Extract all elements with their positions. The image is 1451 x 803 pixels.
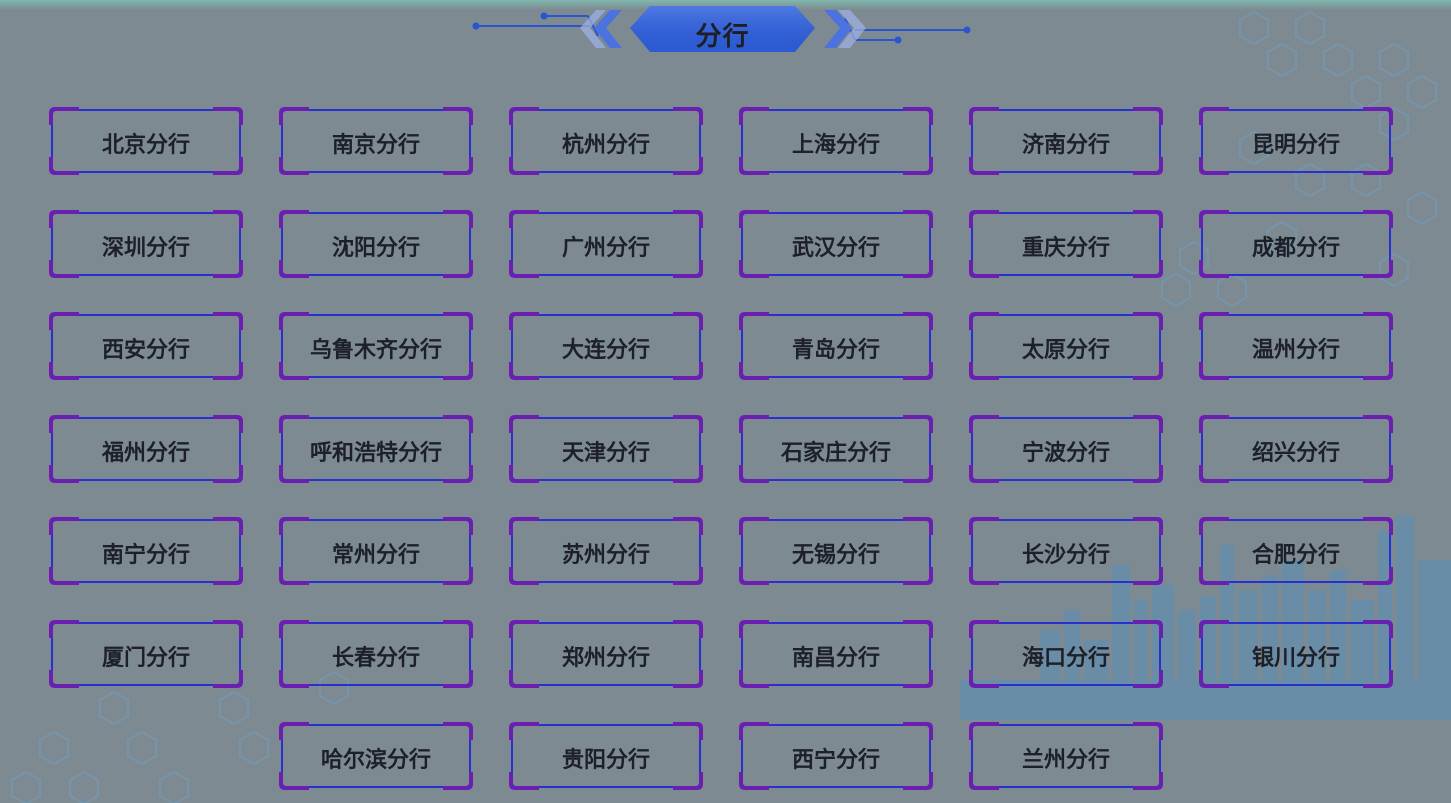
branch-button-label: 哈尔滨分行	[320, 748, 431, 773]
branch-button-label: 重庆分行	[1021, 235, 1110, 261]
branch-button[interactable]: 哈尔滨分行	[279, 722, 473, 790]
branch-button-label: 深圳分行	[101, 235, 190, 261]
branch-button-label: 乌鲁木齐分行	[309, 338, 442, 363]
branch-button-label: 杭州分行	[561, 133, 650, 158]
branch-button[interactable]: 深圳分行	[49, 209, 243, 278]
branch-button-label: 银川分行	[1251, 645, 1340, 671]
branch-button-label: 大连分行	[561, 338, 650, 363]
branch-button-label: 武汉分行	[791, 235, 880, 261]
branch-button-label: 西安分行	[101, 338, 190, 363]
branch-button[interactable]: 长沙分行	[969, 517, 1163, 585]
branch-button-label: 北京分行	[101, 133, 190, 158]
branch-button[interactable]: 宁波分行	[969, 414, 1163, 483]
branch-button[interactable]: 合肥分行	[1199, 517, 1393, 585]
branch-button[interactable]: 上海分行	[739, 107, 933, 175]
branch-button[interactable]: 南宁分行	[49, 517, 243, 585]
branch-button[interactable]: 常州分行	[279, 517, 473, 585]
branch-button[interactable]: 郑州分行	[509, 619, 703, 688]
branch-button[interactable]: 贵阳分行	[509, 722, 703, 790]
branch-button-label: 呼和浩特分行	[309, 440, 442, 466]
branch-button[interactable]: 沈阳分行	[279, 209, 473, 278]
branch-button-label: 南京分行	[331, 133, 420, 158]
branch-button[interactable]: 杭州分行	[509, 107, 703, 175]
branch-button-label: 常州分行	[331, 543, 420, 568]
branch-button[interactable]: 北京分行	[49, 107, 243, 175]
branch-button-label: 太原分行	[1021, 338, 1110, 363]
branch-button-label: 长春分行	[331, 645, 420, 671]
branch-button[interactable]: 大连分行	[509, 312, 703, 380]
branch-button[interactable]: 呼和浩特分行	[279, 414, 473, 483]
branch-button-label: 南宁分行	[101, 543, 190, 568]
branch-button-label: 兰州分行	[1021, 748, 1110, 773]
branch-button[interactable]: 银川分行	[1199, 619, 1393, 688]
branch-button[interactable]: 济南分行	[969, 107, 1163, 175]
branch-button[interactable]: 福州分行	[49, 414, 243, 483]
branch-button-label: 天津分行	[561, 440, 650, 466]
branch-button[interactable]: 南昌分行	[739, 619, 933, 688]
branch-button-label: 昆明分行	[1251, 133, 1340, 158]
branch-button[interactable]: 南京分行	[279, 107, 473, 175]
branch-button[interactable]: 兰州分行	[969, 722, 1163, 790]
branch-button-label: 贵阳分行	[561, 748, 650, 773]
branch-button[interactable]: 昆明分行	[1199, 107, 1393, 175]
branch-button-label: 长沙分行	[1021, 543, 1110, 568]
branch-button[interactable]: 无锡分行	[739, 517, 933, 585]
branch-button-label: 沈阳分行	[331, 235, 420, 261]
branch-button-label: 温州分行	[1251, 338, 1340, 363]
branch-button-label: 合肥分行	[1251, 543, 1340, 568]
branch-button-label: 济南分行	[1021, 133, 1110, 158]
branch-button[interactable]: 长春分行	[279, 619, 473, 688]
branch-button[interactable]: 武汉分行	[739, 209, 933, 278]
branch-button-label: 石家庄分行	[780, 440, 891, 466]
branch-button[interactable]: 太原分行	[969, 312, 1163, 380]
branch-button-label: 厦门分行	[101, 645, 190, 671]
branch-button-label: 宁波分行	[1021, 440, 1110, 466]
branch-button[interactable]: 石家庄分行	[739, 414, 933, 483]
branch-button-label: 无锡分行	[791, 543, 880, 568]
branch-button-label: 海口分行	[1021, 645, 1110, 671]
branch-button[interactable]: 西宁分行	[739, 722, 933, 790]
branch-button-label: 上海分行	[791, 133, 880, 158]
branch-button[interactable]: 天津分行	[509, 414, 703, 483]
branch-button[interactable]: 广州分行	[509, 209, 703, 278]
branch-button-label: 西宁分行	[791, 748, 880, 773]
branch-button[interactable]: 乌鲁木齐分行	[279, 312, 473, 380]
page-title: 分行	[695, 22, 750, 52]
branch-grid: 北京分行 南京分行 杭州分行 上海分行 济南分行 昆明分行深圳分行 沈阳分行 广州分行 武汉分行…	[49, 107, 1395, 797]
branch-button-label: 郑州分行	[561, 645, 650, 671]
branch-button-label: 成都分行	[1251, 235, 1340, 261]
branch-button-label: 广州分行	[561, 235, 650, 261]
branch-button[interactable]: 重庆分行	[969, 209, 1163, 278]
branch-button-label: 青岛分行	[791, 338, 880, 363]
branch-button[interactable]: 海口分行	[969, 619, 1163, 688]
branch-button-label: 苏州分行	[561, 543, 650, 568]
branch-button[interactable]: 温州分行	[1199, 312, 1393, 380]
branch-button[interactable]: 西安分行	[49, 312, 243, 380]
branch-button[interactable]: 青岛分行	[739, 312, 933, 380]
page-title-banner: 分行	[470, 4, 975, 56]
branch-button[interactable]: 成都分行	[1199, 209, 1393, 278]
branch-button[interactable]: 厦门分行	[49, 619, 243, 688]
branch-button-label: 福州分行	[101, 440, 190, 466]
branch-button-label: 南昌分行	[791, 645, 880, 671]
branch-button[interactable]: 苏州分行	[509, 517, 703, 585]
branch-button[interactable]: 绍兴分行	[1199, 414, 1393, 483]
branch-button-label: 绍兴分行	[1251, 440, 1340, 466]
